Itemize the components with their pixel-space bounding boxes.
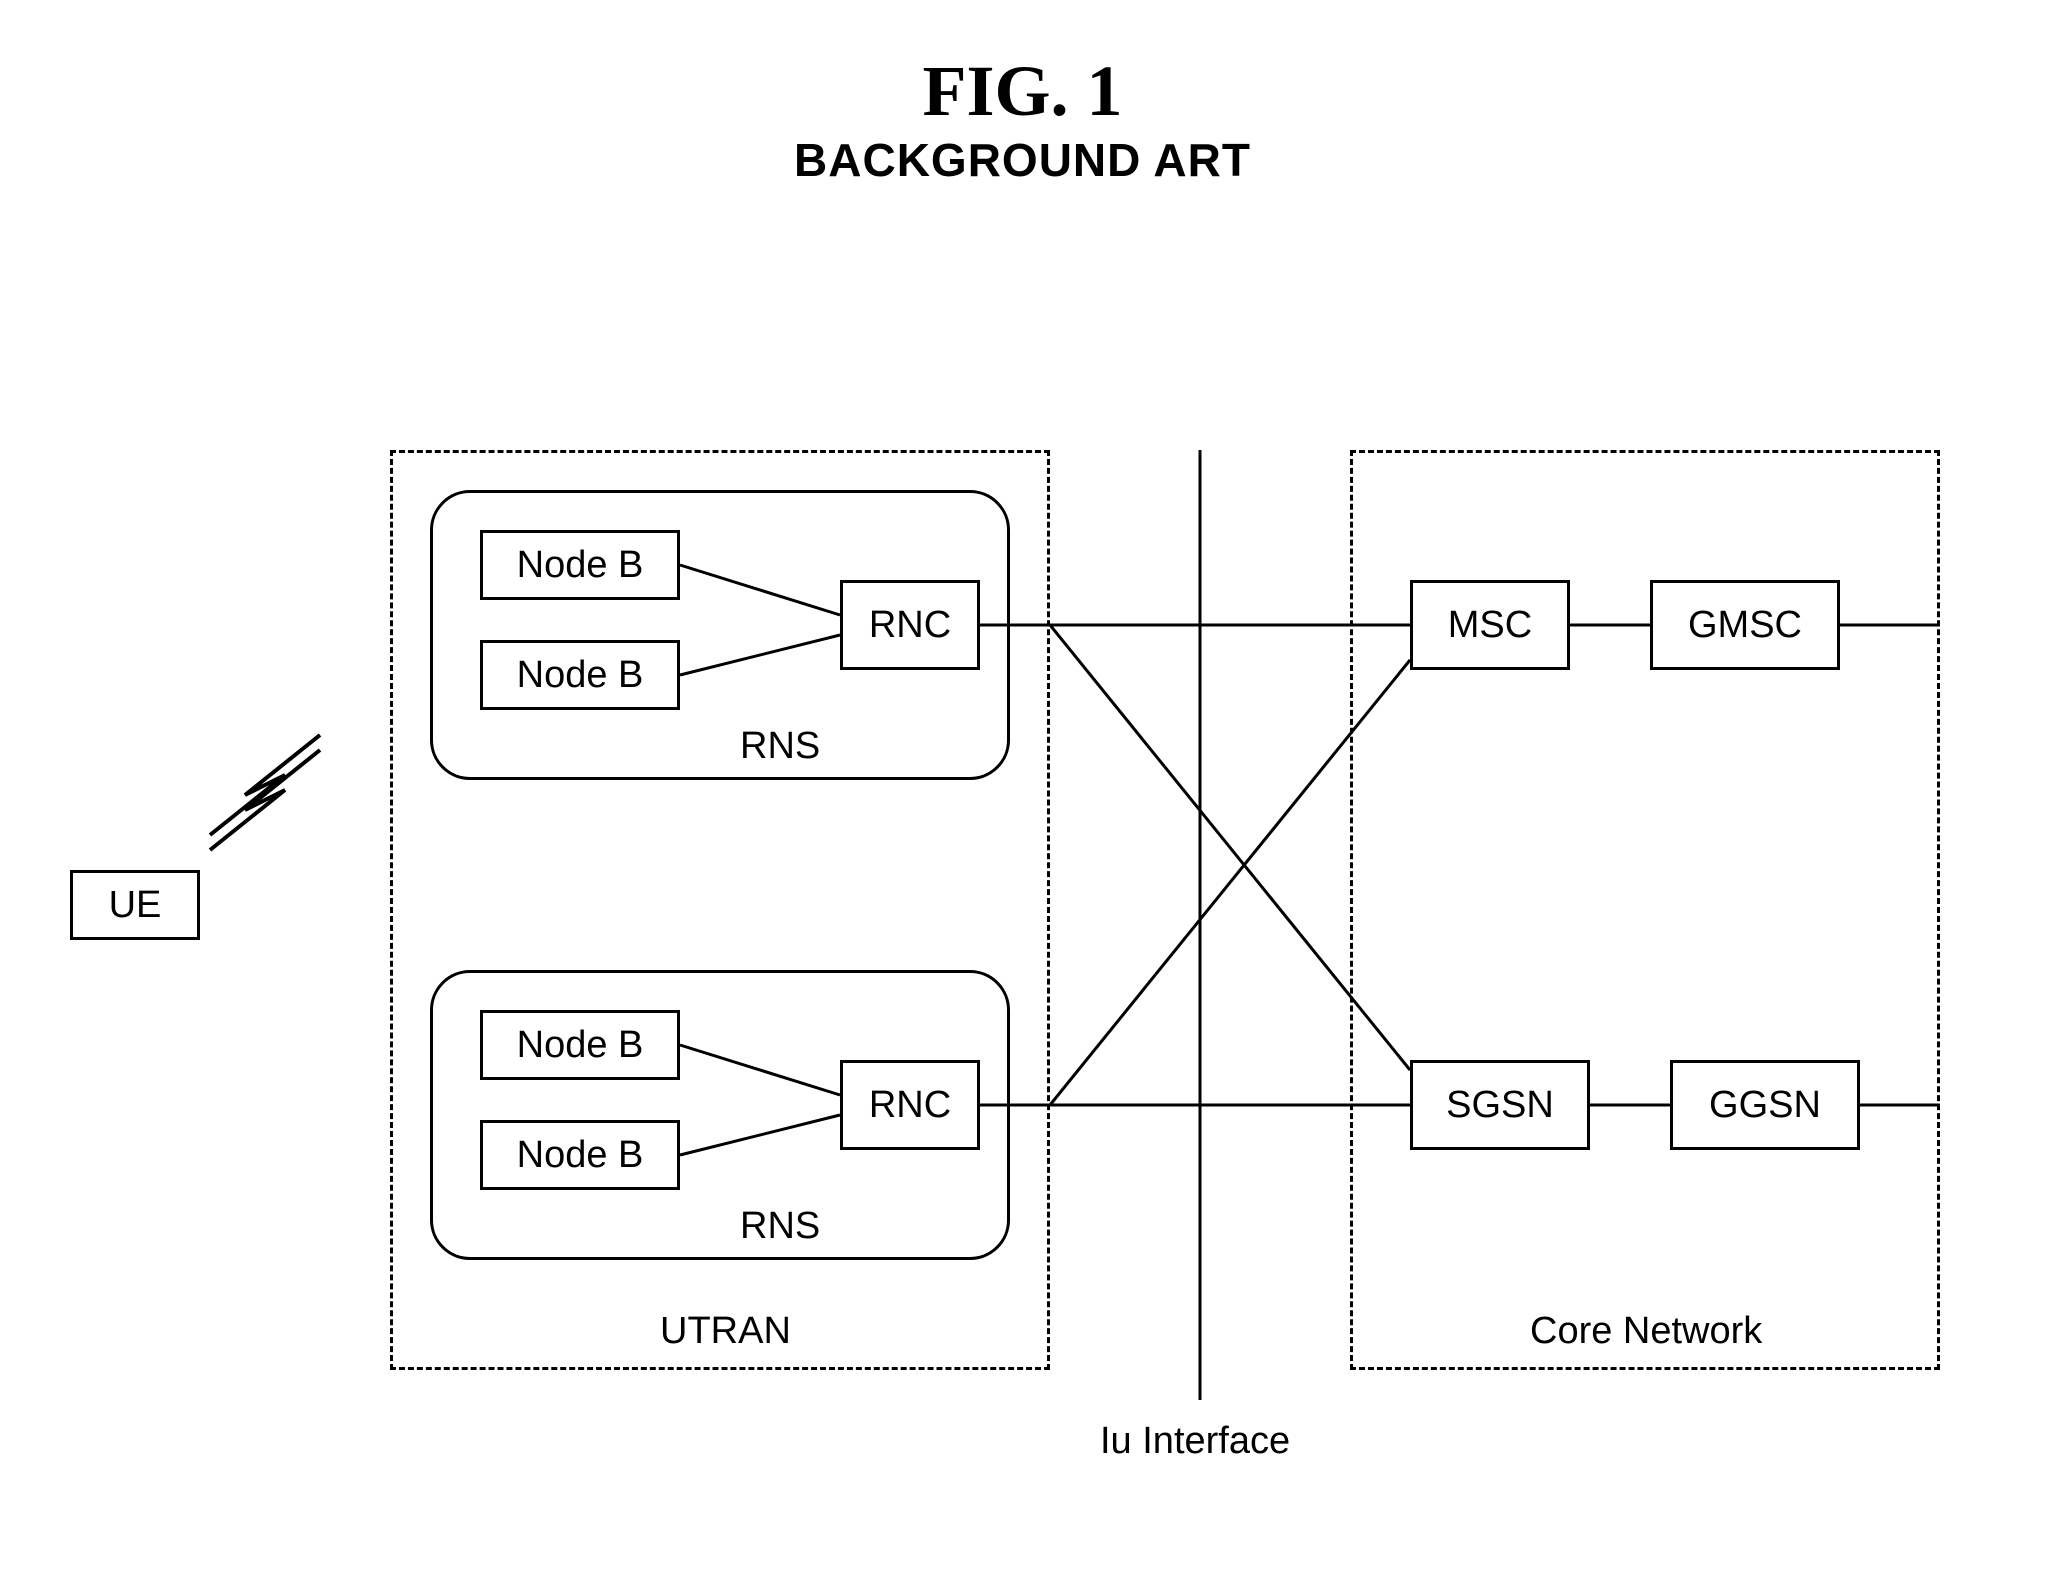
wireless-icon: [190, 720, 350, 860]
rnc2: RNC: [840, 1060, 980, 1150]
nodeb2: Node B: [480, 640, 680, 710]
gmsc-node: GMSC: [1650, 580, 1840, 670]
nodeb4: Node B: [480, 1120, 680, 1190]
utran-label: UTRAN: [660, 1310, 791, 1353]
iu-interface-label: Iu Interface: [1100, 1420, 1290, 1463]
ue-label: UE: [109, 884, 162, 927]
rns1-label: RNS: [740, 725, 820, 768]
ue-node: UE: [70, 870, 200, 940]
rnc1: RNC: [840, 580, 980, 670]
msc-node: MSC: [1410, 580, 1570, 670]
network-diagram: UE UTRAN RNS Node B Node B RNC RNS Node …: [0, 0, 2045, 1590]
sgsn-node: SGSN: [1410, 1060, 1590, 1150]
nodeb1: Node B: [480, 530, 680, 600]
rns2-label: RNS: [740, 1205, 820, 1248]
nodeb3: Node B: [480, 1010, 680, 1080]
core-network-label: Core Network: [1530, 1310, 1762, 1353]
ggsn-node: GGSN: [1670, 1060, 1860, 1150]
